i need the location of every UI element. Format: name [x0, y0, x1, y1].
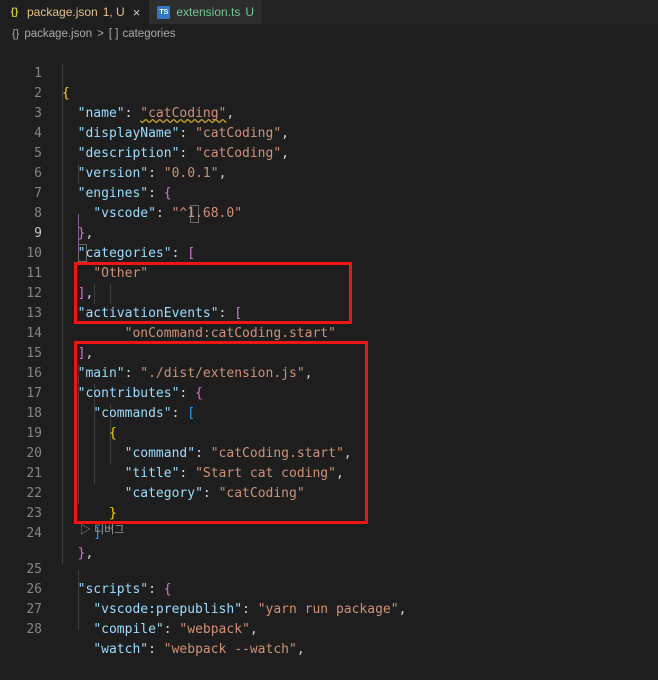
- code-line: 13 "onCommand:catCoding.start": [26, 306, 336, 341]
- code-line: 28 "watch": "webpack --watch",: [26, 622, 305, 657]
- code-line: 22 }: [26, 486, 117, 521]
- code-line: 11 ],: [26, 266, 94, 301]
- code-line: 20 "title": "Start cat coding",: [26, 446, 344, 481]
- close-icon[interactable]: ×: [133, 5, 141, 20]
- code-line: 17 "commands": [: [26, 386, 196, 421]
- tab-status: 1, U: [102, 5, 125, 19]
- code-line: 14 ],: [26, 326, 94, 361]
- code-line: 7 "vscode": "^1.68.0": [34, 186, 243, 221]
- tab-status: U: [245, 5, 255, 19]
- breadcrumb-file[interactable]: package.json: [24, 28, 92, 40]
- code-line: 6 "engines": {: [34, 166, 172, 201]
- codelens-debug[interactable]: ▷ 디버그: [80, 521, 124, 539]
- tab-label: package.json: [27, 5, 98, 19]
- code-line: 5 "version": "0.0.1",: [34, 146, 227, 181]
- code-editor[interactable]: 1 { 2 "name": "catCoding", 3 "displayNam…: [0, 44, 658, 657]
- code-line: 10 "Other": [26, 246, 149, 281]
- breadcrumb: {} package.json > [ ] categories: [0, 24, 658, 44]
- code-line: 23 ]: [26, 506, 102, 541]
- code-line: 21 "category": "catCoding": [26, 466, 305, 501]
- tab-label: extension.ts: [176, 5, 241, 19]
- code-line: 3 "displayName": "catCoding",: [34, 106, 289, 141]
- code-line: 19 "command": "catCoding.start",: [26, 426, 352, 461]
- code-line: 16 "contributes": {: [26, 366, 203, 401]
- code-line: 1 {: [34, 66, 70, 101]
- codelens-label: 디버그: [94, 524, 125, 536]
- code-line: 9 "categories": [: [34, 226, 196, 261]
- code-line: 18 {: [26, 406, 117, 441]
- code-line: 26 "vscode:prepublish": "yarn run packag…: [26, 582, 407, 617]
- symbol-array-icon: [ ]: [108, 28, 119, 40]
- code-line: 15 "main": "./dist/extension.js",: [26, 346, 313, 381]
- json-file-icon: {}: [12, 28, 20, 40]
- tab-package-json[interactable]: {} package.json 1, U ×: [0, 0, 150, 24]
- breadcrumb-symbol[interactable]: categories: [122, 28, 175, 40]
- code-line: 2 "name": "catCoding",: [34, 86, 235, 121]
- code-line: 12 "activationEvents": [: [26, 286, 243, 321]
- code-line: 4 "description": "catCoding",: [34, 126, 289, 161]
- typescript-file-icon: TS: [157, 5, 171, 19]
- code-line: 8 },: [34, 206, 94, 241]
- json-file-icon: {}: [10, 6, 19, 18]
- code-line: 25 "scripts": {: [26, 562, 172, 597]
- code-line: 27 "compile": "webpack",: [26, 602, 258, 637]
- tab-bar: {} package.json 1, U × TS extension.ts U: [0, 0, 658, 24]
- breadcrumb-separator: >: [97, 28, 104, 40]
- tab-extension-ts[interactable]: TS extension.ts U: [149, 0, 264, 24]
- play-icon: ▷: [80, 524, 95, 536]
